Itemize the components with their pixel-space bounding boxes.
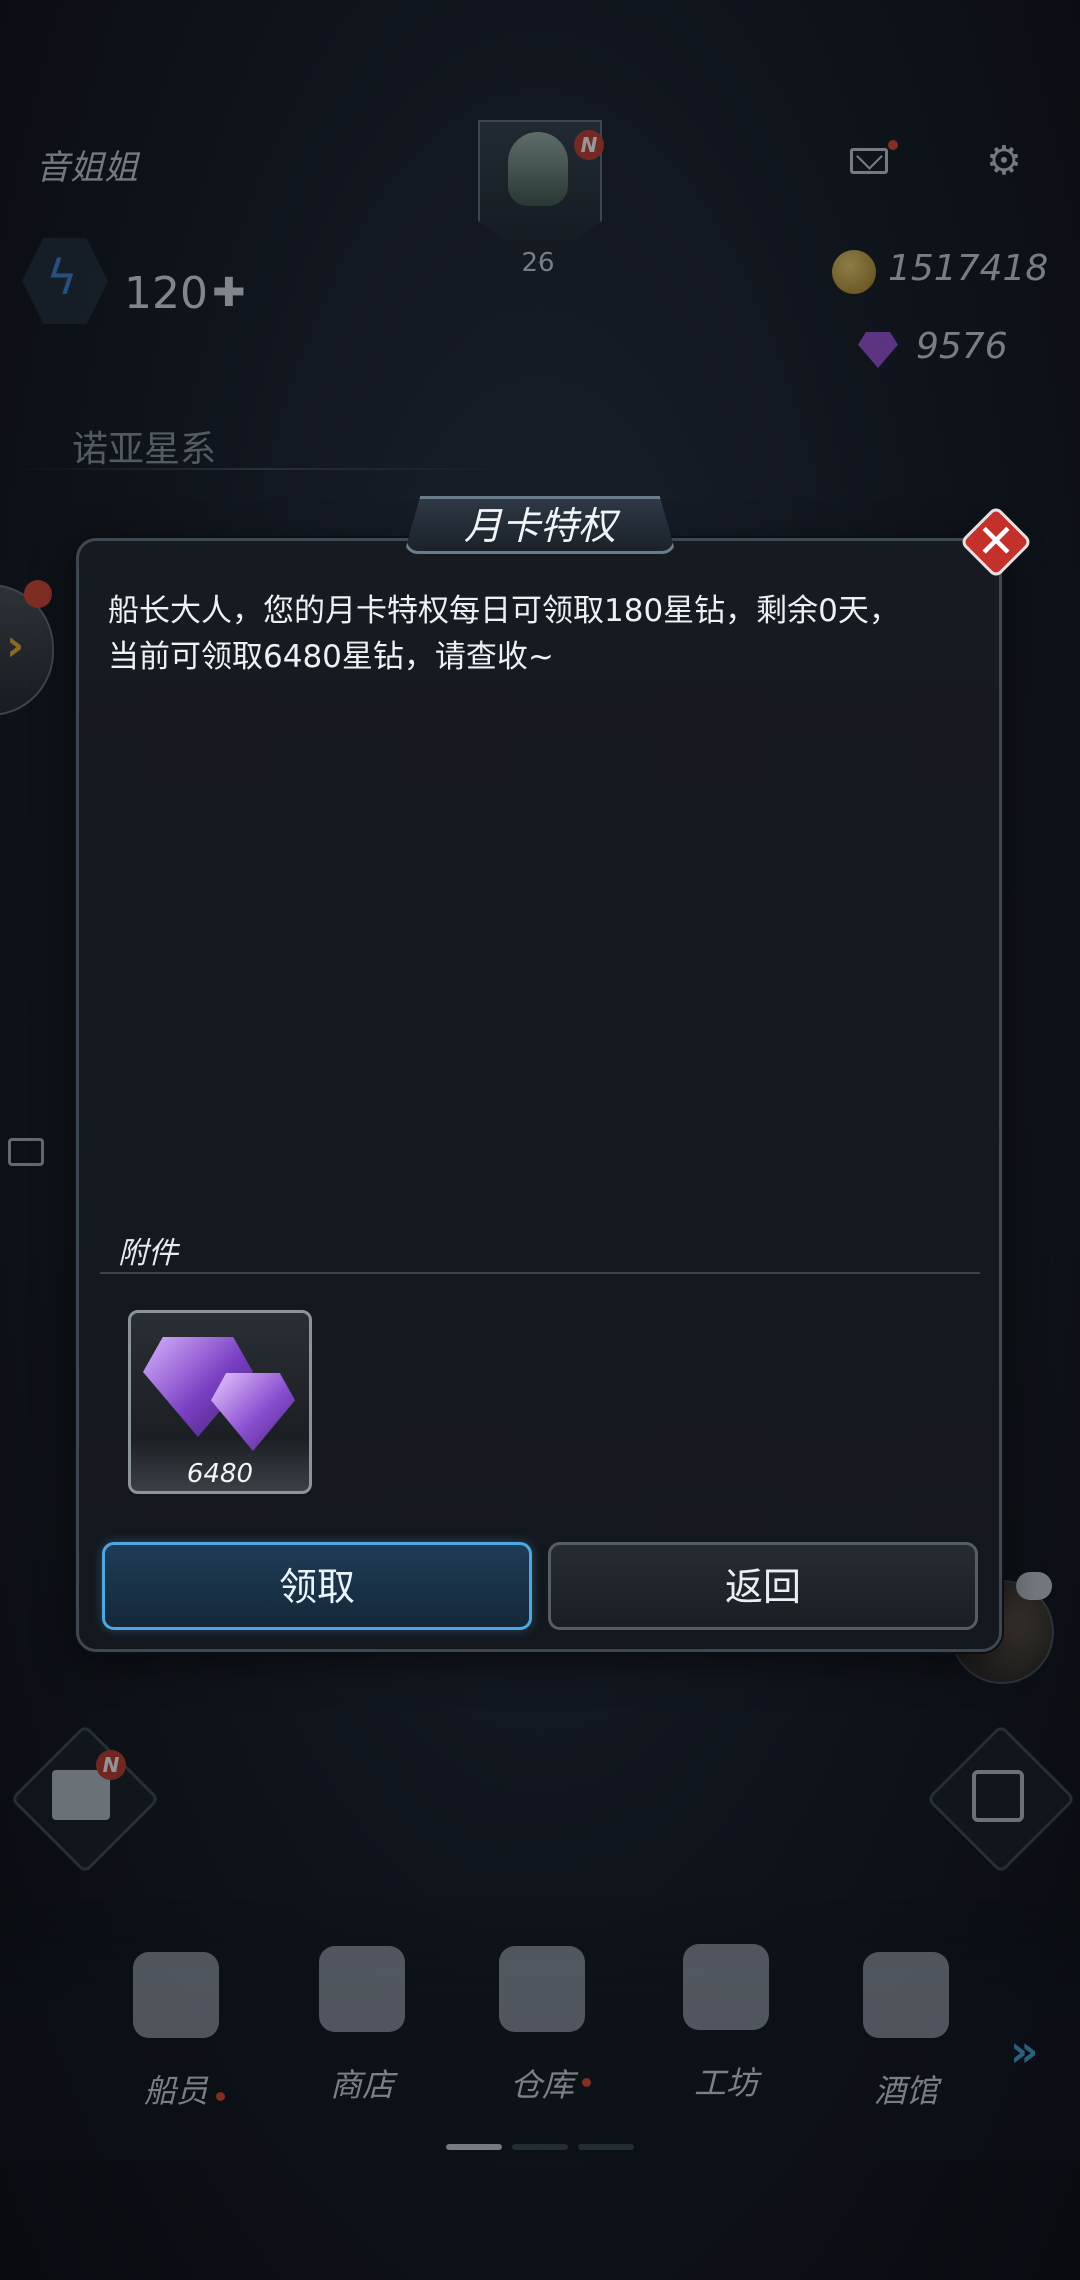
warehouse-icon — [499, 1946, 585, 2032]
player-avatar[interactable]: 26 N — [478, 120, 604, 278]
gem-value: 9576 — [916, 326, 1008, 367]
nav-tavern[interactable]: 酒馆 — [836, 1952, 976, 2112]
back-button[interactable]: 返回 — [548, 1542, 978, 1630]
avatar-portrait — [508, 132, 568, 206]
gear-icon[interactable]: ⚙ — [986, 138, 1022, 184]
player-level: 26 — [521, 248, 555, 278]
energy-value: 120 — [124, 268, 208, 319]
purple-gem-icon — [211, 1373, 295, 1451]
crew-icon — [133, 1952, 219, 2038]
notification-dot — [216, 2092, 225, 2101]
nav-workshop[interactable]: 工坊 — [656, 1944, 796, 2104]
workshop-icon — [683, 1944, 769, 2030]
nav-crew[interactable]: 船员 — [106, 1952, 246, 2112]
speech-bubble-icon — [1016, 1572, 1052, 1600]
claim-button[interactable]: 领取 — [102, 1542, 532, 1630]
dialog-message: 船长大人，您的月卡特权每日可领取180星钻，剩余0天，当前可领取6480星钻，请… — [108, 593, 900, 675]
page-indicator-active — [446, 2144, 502, 2150]
notice-board-icon — [52, 1770, 110, 1820]
chat-icon[interactable] — [8, 1138, 44, 1166]
mail-icon[interactable] — [850, 148, 888, 174]
page-indicator — [578, 2144, 634, 2150]
tavern-icon — [863, 1952, 949, 2038]
player-name: 音姐姐 — [36, 148, 138, 188]
add-energy-icon[interactable]: ✚ — [212, 270, 246, 316]
lightning-icon: ϟ — [46, 250, 78, 306]
page-indicator — [512, 2144, 568, 2150]
notification-dot — [582, 2078, 591, 2087]
double-chevron-icon[interactable]: » — [1010, 2026, 1038, 2077]
notification-dot — [888, 140, 898, 150]
nav-label: 商店 — [329, 2066, 394, 2104]
coin-value: 1517418 — [888, 248, 1049, 289]
nav-label: 酒馆 — [873, 2072, 938, 2110]
dialog-title: 月卡特权 — [463, 504, 616, 548]
close-button[interactable]: ✕ — [959, 505, 1033, 579]
chevron-right-icon: › — [6, 620, 25, 671]
shop-icon — [319, 1946, 405, 2032]
nav-label: 工坊 — [693, 2064, 758, 2102]
divider — [100, 1272, 980, 1274]
notification-dot — [24, 580, 52, 608]
attachment-item[interactable]: 6480 — [128, 1310, 312, 1494]
checklist-icon — [972, 1770, 1024, 1822]
divider — [0, 468, 520, 470]
nav-label: 船员 — [143, 2072, 208, 2110]
close-icon: ✕ — [976, 514, 1016, 568]
item-quantity: 6480 — [186, 1459, 254, 1489]
coin-icon — [832, 250, 876, 294]
new-badge: N — [574, 130, 604, 160]
gem-icon — [858, 332, 898, 368]
nav-shop[interactable]: 商店 — [292, 1946, 432, 2106]
attachment-label: 附件 — [118, 1236, 178, 1271]
new-badge: N — [96, 1750, 126, 1780]
nav-label: 仓库 — [509, 2066, 574, 2104]
location-name: 诺亚星系 — [72, 429, 217, 470]
nav-warehouse[interactable]: 仓库 — [472, 1946, 612, 2106]
